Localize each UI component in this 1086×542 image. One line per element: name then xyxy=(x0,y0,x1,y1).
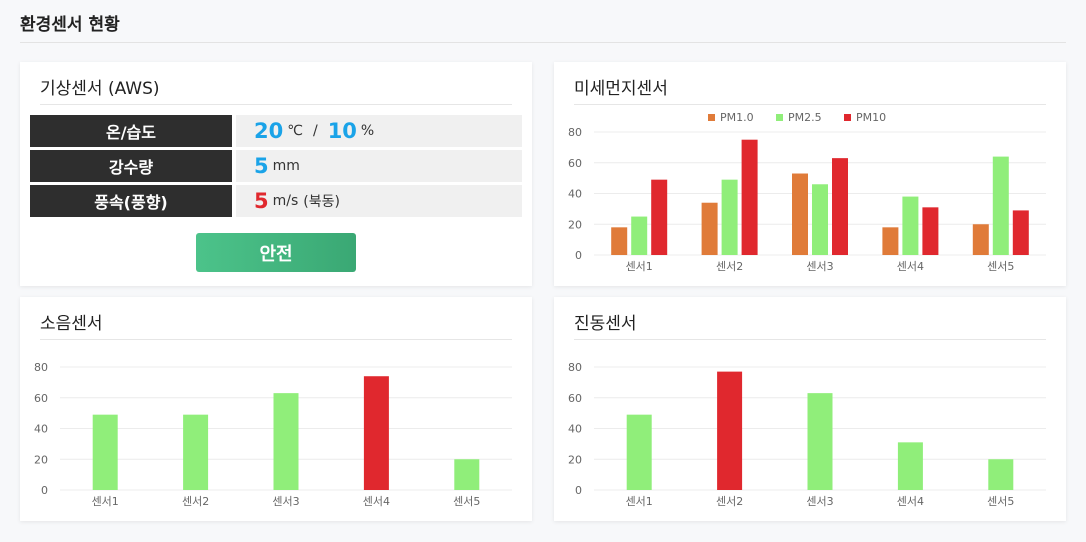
rainfall-value: 5 xyxy=(254,154,269,178)
noise-ytick-label: 40 xyxy=(34,423,48,436)
pm-chart: 80 60 40 20 0 센서1 센서2 센서3 센서4 센서5 PM1.0 PM2.5 PM10 xyxy=(568,111,1046,273)
vibration-ytick-label: 60 xyxy=(568,392,582,405)
vibration-bar[interactable] xyxy=(717,371,743,490)
temperature-value: 20 xyxy=(254,119,284,143)
pm-ytick-label: 60 xyxy=(568,157,582,170)
vibration-bar[interactable] xyxy=(988,459,1014,490)
title-divider xyxy=(20,42,1066,43)
noise-bar[interactable] xyxy=(92,414,118,490)
pm-legend-swatch xyxy=(708,114,715,121)
vibration-xtick-label: 센서5 xyxy=(987,495,1014,508)
noise-xtick-label: 센서2 xyxy=(182,495,209,508)
pm-bar[interactable] xyxy=(922,207,939,255)
vibration-sensor-card: 진동센서 80 60 40 20 0 센서1 센서2 센서3 센서4 센서5 xyxy=(554,297,1066,521)
pm-xtick-label: 센서5 xyxy=(987,260,1014,273)
aws-label-rainfall: 강수량 xyxy=(30,150,232,182)
wind-speed-value: 5 xyxy=(254,189,269,213)
noise-bar[interactable] xyxy=(273,393,299,490)
aws-value-temp-humidity: 20 ℃ / 10 % xyxy=(236,115,522,147)
pm-bar[interactable] xyxy=(741,139,758,255)
aws-row-temp-humidity: 온/습도 20 ℃ / 10 % xyxy=(30,115,522,147)
pm-bar[interactable] xyxy=(972,224,989,255)
vibration-ytick-label: 80 xyxy=(568,361,582,374)
noise-bar[interactable] xyxy=(183,414,209,490)
pm-bar[interactable] xyxy=(902,196,919,255)
vibration-xtick-label: 센서4 xyxy=(897,495,924,508)
pm-bar[interactable] xyxy=(701,202,718,255)
noise-ytick-label: 60 xyxy=(34,392,48,405)
aws-label-temp-humidity: 온/습도 xyxy=(30,115,232,147)
pm-bar[interactable] xyxy=(832,158,848,255)
aws-sensor-card: 기상센서 (AWS) 온/습도 20 ℃ / 10 % 강수량 5 mm 풍속(… xyxy=(20,62,532,286)
pm-xtick-label: 센서4 xyxy=(897,260,924,273)
noise-ytick-label: 0 xyxy=(41,484,48,497)
pm-bar[interactable] xyxy=(992,156,1009,255)
vibration-bar[interactable] xyxy=(626,414,652,490)
status-safe-button[interactable]: 안전 xyxy=(196,233,356,272)
pm-bar[interactable] xyxy=(792,173,808,255)
pm-ytick-label: 80 xyxy=(568,126,582,139)
noise-ytick-label: 20 xyxy=(34,453,48,466)
vibration-ytick-label: 20 xyxy=(568,453,582,466)
pm-xtick-label: 센서2 xyxy=(716,260,743,273)
pm-bar[interactable] xyxy=(611,227,628,255)
noise-xtick-label: 센서1 xyxy=(92,495,119,508)
aws-value-rainfall: 5 mm xyxy=(236,150,522,182)
aws-row-wind: 풍속(풍향) 5 m/s (북동) xyxy=(30,185,522,217)
pm-bar[interactable] xyxy=(651,179,668,255)
wind-direction: (북동) xyxy=(303,194,340,210)
value-separator: / xyxy=(312,123,318,139)
humidity-value: 10 xyxy=(327,119,357,143)
aws-value-wind: 5 m/s (북동) xyxy=(236,185,522,217)
noise-bar[interactable] xyxy=(454,459,480,490)
pm-legend-swatch xyxy=(844,114,851,121)
noise-ytick-label: 80 xyxy=(34,361,48,374)
pm-legend-label: PM1.0 xyxy=(720,111,754,124)
aws-label-wind: 풍속(풍향) xyxy=(30,185,232,217)
vibration-chart: 80 60 40 20 0 센서1 센서2 센서3 센서4 센서5 xyxy=(568,361,1046,508)
wind-speed-unit: m/s xyxy=(272,193,299,209)
pm-bar[interactable] xyxy=(882,227,899,255)
page-title: 환경센서 현황 xyxy=(20,15,120,35)
pm-xtick-label: 센서3 xyxy=(806,260,833,273)
vibration-xtick-label: 센서3 xyxy=(806,495,833,508)
pm-bar[interactable] xyxy=(1012,210,1029,255)
vibration-xtick-label: 센서2 xyxy=(716,495,743,508)
pm-bar[interactable] xyxy=(721,179,738,255)
pm-legend-swatch xyxy=(776,114,783,121)
vibration-xtick-label: 센서1 xyxy=(626,495,653,508)
noise-bar[interactable] xyxy=(363,376,389,490)
pm-legend-label: PM2.5 xyxy=(788,111,822,124)
temperature-unit: ℃ xyxy=(287,123,303,139)
aws-card-title: 기상센서 (AWS) xyxy=(40,79,160,99)
rainfall-unit: mm xyxy=(272,158,300,174)
humidity-unit: % xyxy=(360,123,375,139)
pm-bar[interactable] xyxy=(631,216,648,255)
vibration-ytick-label: 40 xyxy=(568,423,582,436)
pm-ytick-label: 20 xyxy=(568,218,582,231)
pm-xtick-label: 센서1 xyxy=(626,260,653,273)
noise-xtick-label: 센서3 xyxy=(272,495,299,508)
aws-row-rainfall: 강수량 5 mm xyxy=(30,150,522,182)
vibration-bar[interactable] xyxy=(807,393,833,490)
pm-bar[interactable] xyxy=(812,184,828,255)
vibration-bar[interactable] xyxy=(897,442,923,490)
pm-sensor-card: 미세먼지센서 80 60 40 20 0 센서1 센서2 센서3 센서4 센서5 PM1.0 PM2.… xyxy=(554,62,1066,286)
aws-card-divider xyxy=(40,104,512,105)
pm-ytick-label: 40 xyxy=(568,188,582,201)
vibration-ytick-label: 0 xyxy=(575,484,582,497)
noise-chart: 80 60 40 20 0 센서1 센서2 센서3 센서4 센서5 xyxy=(34,361,512,508)
pm-ytick-label: 0 xyxy=(575,249,582,262)
pm-legend-label: PM10 xyxy=(856,111,886,124)
noise-sensor-card: 소음센서 80 60 40 20 0 센서1 센서2 센서3 센서4 센서5 xyxy=(20,297,532,521)
noise-xtick-label: 센서4 xyxy=(363,495,390,508)
noise-xtick-label: 센서5 xyxy=(453,495,480,508)
